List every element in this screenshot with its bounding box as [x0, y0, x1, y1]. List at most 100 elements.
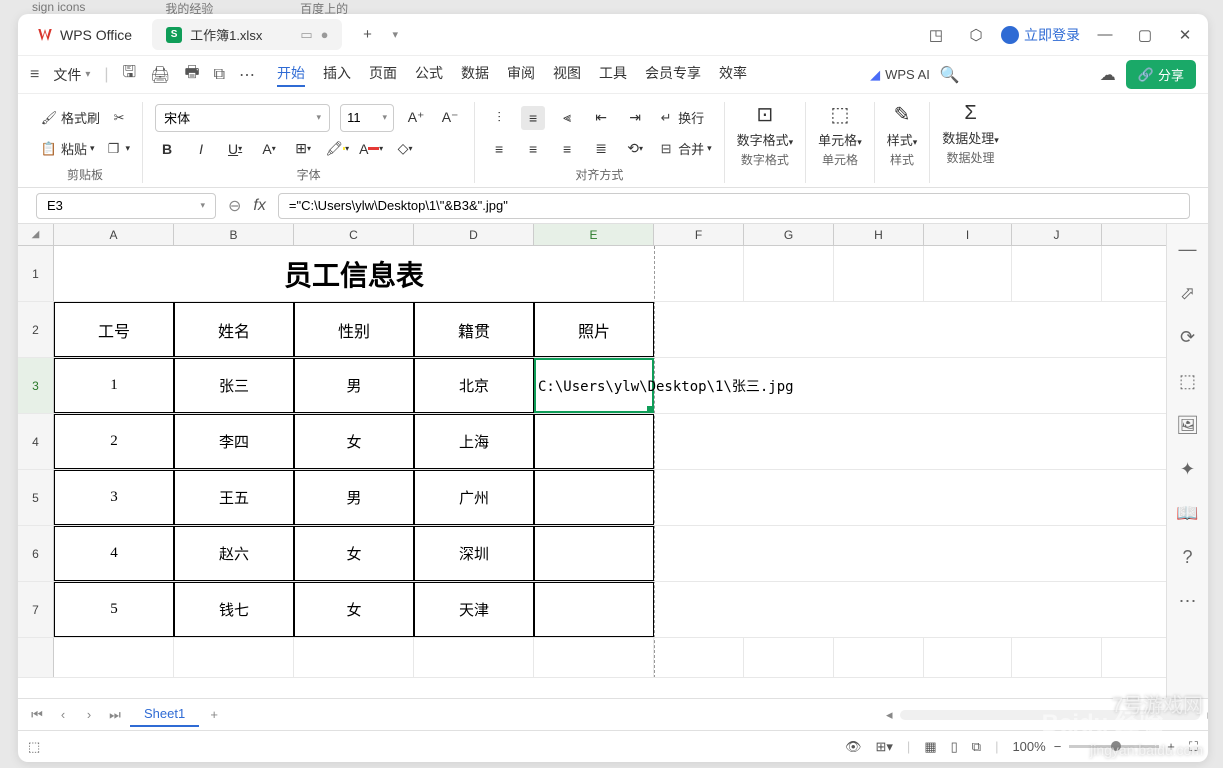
cut-button[interactable]: ✂ [110, 109, 128, 127]
share-button[interactable]: 🔗 分享 [1126, 60, 1196, 89]
select-icon[interactable]: ⬀ [1177, 282, 1199, 304]
row-header-6[interactable]: 6 [18, 526, 54, 581]
book-icon[interactable]: 📖 [1177, 502, 1199, 524]
close-button[interactable]: ✕ [1170, 20, 1200, 50]
col-header-c[interactable]: C [294, 224, 414, 245]
cloud-icon[interactable]: ☁ [1100, 65, 1116, 85]
row-2[interactable]: 2 工号 姓名 性别 籍贯 照片 [18, 302, 1166, 358]
orient-button[interactable]: ⟲▾ [623, 137, 647, 161]
tab-member[interactable]: 会员专享 [645, 63, 701, 87]
fullscreen-icon[interactable]: ⛶ [1189, 739, 1198, 755]
tab-tools[interactable]: 工具 [599, 63, 627, 87]
data-cell[interactable]: 王五 [174, 470, 294, 525]
settings-icon[interactable]: ⟳ [1177, 326, 1199, 348]
minimize-button[interactable]: ― [1090, 20, 1120, 50]
add-sheet-button[interactable]: + [203, 704, 225, 726]
last-sheet-button[interactable]: ⏭ [104, 704, 126, 726]
header-cell[interactable]: 姓名 [174, 302, 294, 357]
font-color-button[interactable]: A▾ [359, 137, 383, 161]
view-break[interactable]: ⧉ [972, 739, 981, 755]
eye-icon[interactable]: 👁 [845, 739, 862, 755]
fill-color-button[interactable]: ◇▾ [393, 137, 417, 161]
align-top[interactable]: ⫶ [487, 106, 511, 130]
data-cell[interactable]: 赵六 [174, 526, 294, 581]
tab-page[interactable]: 页面 [369, 63, 397, 87]
login-button[interactable]: 立即登录 [1001, 25, 1080, 45]
sheet-tab[interactable]: Sheet1 [130, 702, 199, 727]
shrink-font[interactable]: A⁻ [438, 106, 462, 130]
indent-inc[interactable]: ⇥ [623, 106, 647, 130]
underline-button[interactable]: U▾ [223, 137, 247, 161]
italic-button[interactable]: I [189, 137, 213, 161]
row-header-3[interactable]: 3 [18, 358, 54, 413]
align-justify[interactable]: ≣ [589, 137, 613, 161]
row-header-7[interactable]: 7 [18, 582, 54, 637]
row-3[interactable]: 3 1 张三 男 北京 C:\Users\ylw\Desktop\1\张三.jp… [18, 358, 1166, 414]
font-name-select[interactable]: 宋体▾ [155, 104, 330, 132]
data-cell[interactable]: 女 [294, 414, 414, 469]
col-header-f[interactable]: F [654, 224, 744, 245]
row-6[interactable]: 6 4 赵六 女 深圳 [18, 526, 1166, 582]
fx-label[interactable]: fx [253, 197, 265, 215]
data-cell[interactable]: 男 [294, 470, 414, 525]
file-tab[interactable]: S 工作簿1.xlsx ▭ ● [152, 19, 342, 50]
col-header-i[interactable]: I [924, 224, 1012, 245]
align-middle[interactable]: ≡ [521, 106, 545, 130]
spreadsheet-grid[interactable]: ◢ A B C D E F G H I J 1 员工信息表 [18, 224, 1166, 698]
align-left[interactable]: ≡ [487, 137, 511, 161]
col-header-a[interactable]: A [54, 224, 174, 245]
tools-icon[interactable]: ✦ [1177, 458, 1199, 480]
paste-button[interactable]: 📋粘贴▾ [40, 139, 95, 158]
row-header-1[interactable]: 1 [18, 246, 54, 301]
tab-efficiency[interactable]: 效率 [719, 63, 747, 87]
help-icon[interactable]: ? [1177, 546, 1199, 568]
font-color2[interactable]: A▾ [257, 137, 281, 161]
data-cell[interactable]: 女 [294, 526, 414, 581]
view-normal[interactable]: ▦ [924, 739, 936, 755]
zoom-slider[interactable] [1069, 745, 1159, 748]
tab-close-icon[interactable]: ● [321, 27, 329, 42]
tab-home[interactable]: 开始 [277, 63, 305, 87]
formula-input[interactable]: ="C:\Users\ylw\Desktop\1\"&B3&".jpg" [278, 193, 1190, 219]
app-button[interactable]: WPS Office [26, 22, 142, 48]
data-cell[interactable]: 上海 [414, 414, 534, 469]
row-8[interactable] [18, 638, 1166, 678]
data-cell[interactable] [534, 414, 654, 469]
tab-formula[interactable]: 公式 [415, 63, 443, 87]
data-cell[interactable]: 4 [54, 526, 174, 581]
view-page[interactable]: ▯ [951, 739, 958, 755]
zoom-control[interactable]: 100% − + [1012, 739, 1174, 754]
tab-data[interactable]: 数据 [461, 63, 489, 87]
data-process[interactable]: Σ 数据处理▾ [942, 102, 999, 147]
data-cell[interactable]: 5 [54, 582, 174, 637]
fill-handle[interactable] [647, 406, 653, 412]
align-center[interactable]: ≡ [521, 137, 545, 161]
format-painter[interactable]: 🖌格式刷 [40, 108, 100, 127]
row-1[interactable]: 1 员工信息表 [18, 246, 1166, 302]
snap-icon[interactable]: ⬚ [1177, 370, 1199, 392]
hamburger-icon[interactable]: ≡ [30, 66, 39, 84]
data-cell[interactable]: 深圳 [414, 526, 534, 581]
styles-button[interactable]: ✎ 样式▾ [887, 102, 918, 149]
font-size-select[interactable]: 11▾ [340, 104, 394, 132]
row-7[interactable]: 7 5 钱七 女 天津 [18, 582, 1166, 638]
zoom-in[interactable]: + [1167, 739, 1175, 754]
row-header-8[interactable] [18, 638, 54, 677]
highlight-button[interactable]: 🖍▾ [325, 137, 349, 161]
merge-button[interactable]: ⊟合并▾ [657, 139, 712, 158]
tab-insert[interactable]: 插入 [323, 63, 351, 87]
row-header-4[interactable]: 4 [18, 414, 54, 469]
grow-font[interactable]: A⁺ [404, 106, 428, 130]
wps-ai-button[interactable]: ◢WPS AI [870, 67, 930, 83]
print-icon[interactable]: 🖶 [184, 61, 199, 88]
collapse-icon[interactable]: ― [1177, 238, 1199, 260]
copy-button[interactable]: ❐▾ [105, 140, 131, 158]
preview-icon[interactable]: ⧉ [214, 66, 225, 84]
more-side-icon[interactable]: ⋯ [1177, 590, 1199, 612]
box-icon[interactable]: ⬡ [961, 20, 991, 50]
data-cell[interactable]: 2 [54, 414, 174, 469]
data-cell[interactable]: 1 [54, 358, 174, 413]
row-header-5[interactable]: 5 [18, 470, 54, 525]
selected-cell[interactable]: C:\Users\ylw\Desktop\1\张三.jpg [534, 358, 654, 413]
col-header-j[interactable]: J [1012, 224, 1102, 245]
